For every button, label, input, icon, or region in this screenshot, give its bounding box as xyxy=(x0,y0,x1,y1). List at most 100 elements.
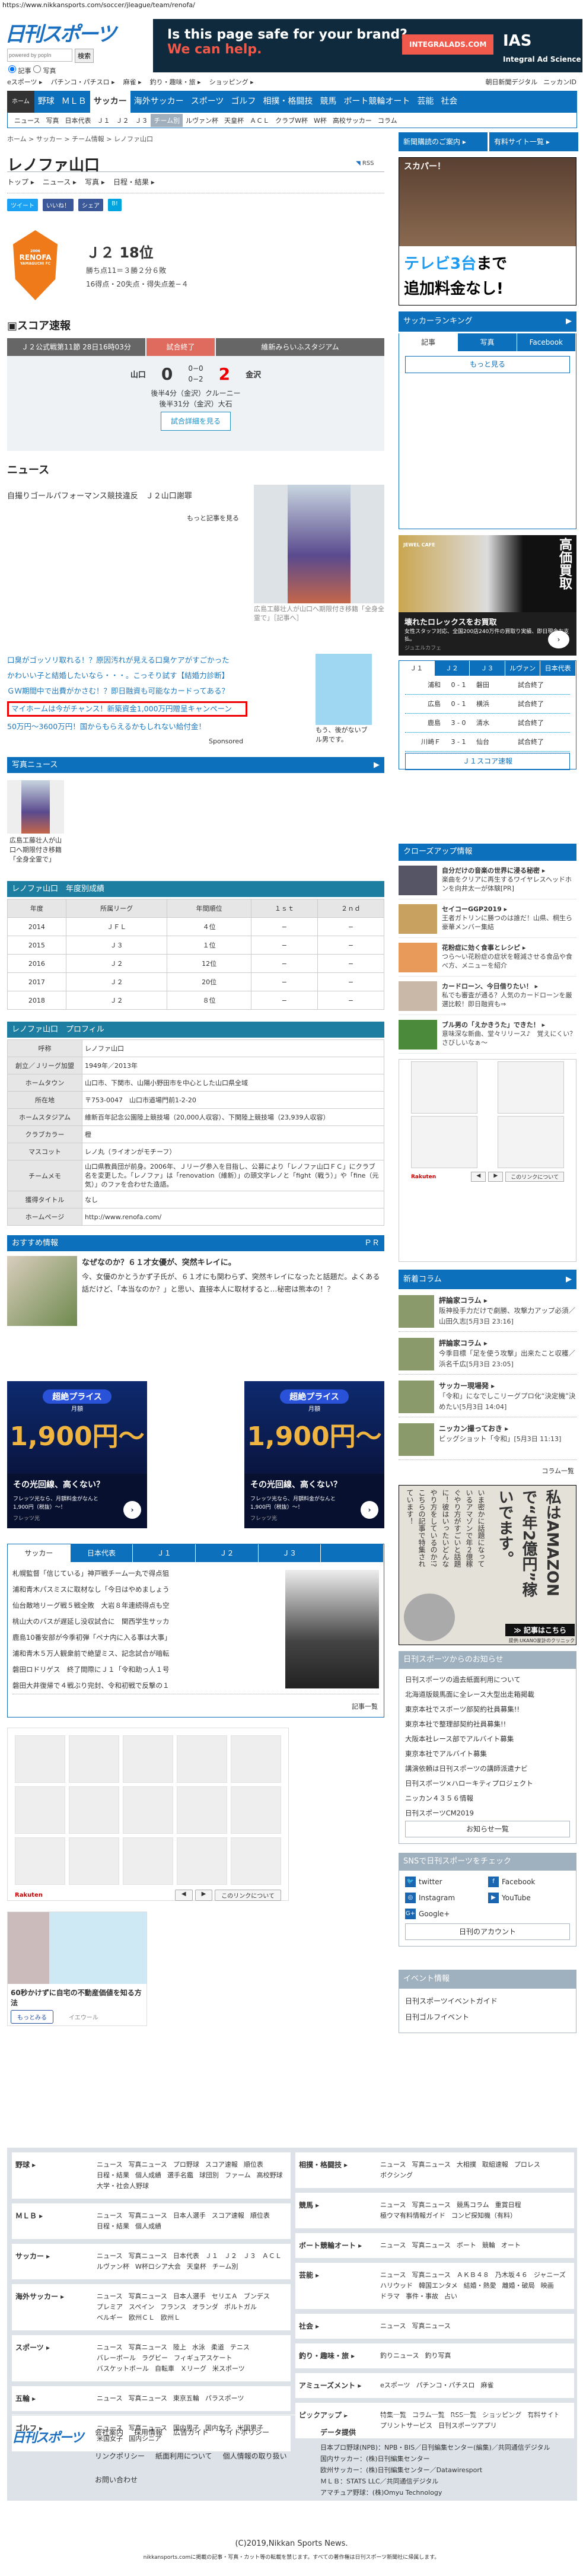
footer-link[interactable]: ニュース xyxy=(380,2200,406,2211)
notice-link[interactable]: 日刊スポーツ×ハローキティプロジェクト xyxy=(405,1776,570,1791)
corp-link[interactable]: 個人情報の取り扱い xyxy=(223,2451,287,2475)
footer-link[interactable]: ラグビー xyxy=(142,2353,168,2364)
accounts-button[interactable]: 日刊のアカウント xyxy=(405,1923,570,1940)
skyper-ad[interactable]: スカパー！ テレビ3台まで 追加料金なし! xyxy=(399,157,576,306)
news-list-item[interactable]: 浦和青木５万人観衆前で絶望ミス、記念試合が暗転… xyxy=(12,1646,169,1662)
chevron-right-icon[interactable]: ▶ xyxy=(566,311,572,332)
news-photo[interactable]: 広島工藤壮人が山口へ期限付き移籍「全身全霊で」［記事へ］ xyxy=(254,485,384,622)
footer-link[interactable]: 水泳 xyxy=(192,2342,205,2353)
footer-link[interactable]: ニュース xyxy=(97,2291,122,2302)
share-button[interactable]: いいね！ xyxy=(43,199,74,211)
footer-link[interactable]: オランダ xyxy=(192,2302,218,2313)
product-item[interactable] xyxy=(123,1735,173,1783)
product-item[interactable] xyxy=(231,1837,281,1885)
footer-link[interactable]: フィギュアスケート xyxy=(174,2353,232,2364)
footer-group-heading[interactable]: 社会 ▸ xyxy=(299,2321,380,2332)
product-item[interactable] xyxy=(177,1837,227,1885)
footer-link[interactable]: ニュース xyxy=(380,2270,406,2281)
footer-link[interactable]: ベルギー xyxy=(97,2313,123,2323)
footer-link[interactable]: ニュース xyxy=(97,2393,122,2404)
footer-link[interactable]: ハリウッド xyxy=(380,2281,413,2291)
top-button[interactable]: 有料サイト一覧 ▸ xyxy=(489,132,578,151)
footer-link[interactable]: 順位表 xyxy=(250,2211,270,2221)
footer-group-heading[interactable]: 相撲・格闘技 ▸ xyxy=(299,2160,380,2181)
footer-link[interactable]: 東京五輪 xyxy=(173,2393,199,2404)
utility-link[interactable]: パチンコ・パチスロ ▸ xyxy=(51,77,115,87)
sns-link[interactable]: f Facebook xyxy=(488,1874,570,1889)
news-item[interactable]: 自撮りゴールパフォーマンス競技違反 Ｊ２山口謝罪 xyxy=(7,489,192,501)
category-tab[interactable]: ニュース xyxy=(11,114,43,127)
footer-link[interactable]: 個人成績 xyxy=(135,2170,161,2181)
footer-link[interactable]: スペイン xyxy=(129,2302,154,2313)
chevron-right-icon[interactable]: › xyxy=(548,631,569,648)
nav-0[interactable]: ホーム xyxy=(7,91,34,113)
footer-link[interactable]: ＡＣＬ xyxy=(262,2251,282,2262)
share-button[interactable]: シェア xyxy=(78,199,103,211)
ias-banner-ad[interactable]: Is this page safe for your brand? We can… xyxy=(153,19,582,72)
corp-link[interactable]: 会社案内 xyxy=(95,2427,123,2451)
footer-link[interactable]: 写真ニュース xyxy=(412,2200,450,2211)
footer-logo[interactable]: 日刊スポーツ xyxy=(12,2427,95,2498)
share-button[interactable]: ツイート xyxy=(7,199,38,211)
footer-link[interactable]: 柔道 xyxy=(211,2342,224,2353)
utility-link[interactable]: eスポーツ ▸ xyxy=(7,77,43,87)
news-list-item[interactable]: 磐田ロドリゲス 終了間際にＪ１「令和助っ人１号」 xyxy=(12,1662,169,1678)
team-tab[interactable]: 日程・結果 ▸ xyxy=(113,177,155,187)
footer-group-heading[interactable]: 五輪 ▸ xyxy=(15,2393,97,2404)
footer-link[interactable]: W杯ロシア大会 xyxy=(135,2262,181,2272)
ad-cta[interactable]: INTEGRALADS.COM xyxy=(402,34,494,55)
nav-9[interactable]: ボート競輪オート xyxy=(340,91,413,113)
footer-link[interactable]: ボート xyxy=(457,2240,476,2251)
nav-11[interactable]: 社会 xyxy=(437,91,461,113)
corp-link[interactable]: お問い合わせ xyxy=(95,2475,138,2498)
top-button[interactable]: 新聞購読のご案内 ▸ xyxy=(399,132,488,151)
footer-link[interactable]: Ｘリーグ xyxy=(180,2364,206,2374)
category-tab[interactable]: W杯 xyxy=(311,114,330,127)
category-tab[interactable]: 日本代表 xyxy=(62,114,94,127)
league-tab[interactable]: Ｊ２ xyxy=(435,661,470,676)
product-item[interactable] xyxy=(177,1786,227,1834)
footer-link[interactable]: 事件・事故 xyxy=(406,2291,438,2302)
product-item[interactable] xyxy=(123,1786,173,1834)
footer-link[interactable]: 写真ニュース xyxy=(128,2342,167,2353)
footer-link[interactable]: プレミア xyxy=(97,2302,123,2313)
footer-link[interactable]: 大学・社会人野球 xyxy=(97,2181,149,2192)
footer-link[interactable]: 釣り写真 xyxy=(425,2351,451,2361)
category-tab[interactable]: Ｊ２ xyxy=(113,114,132,127)
footer-link[interactable]: 麻雀 xyxy=(481,2380,494,2391)
news-list-item[interactable]: 仙台敵地リーグ戦５戦全敗 大岩８年連続得点も空砲 xyxy=(12,1598,169,1614)
product-item[interactable] xyxy=(123,1837,173,1885)
notice-link[interactable]: 東京本社でアルバイト募集 xyxy=(405,1747,570,1761)
column-item[interactable]: ニッカン撮っておき ▸ ビッグショット「令和」[5月3日 11:13] xyxy=(399,1417,576,1460)
footer-link[interactable]: コンピ探知機（有料） xyxy=(451,2211,517,2221)
footer-group-heading[interactable]: スポーツ ▸ xyxy=(15,2342,97,2374)
footer-link[interactable]: ニュース xyxy=(97,2251,122,2262)
footer-link[interactable]: フランス xyxy=(160,2302,186,2313)
news-photo-caption[interactable]: 広島工藤壮人が山口へ期限付き移籍「全身全霊で」［記事へ］ xyxy=(254,605,384,622)
rss-link[interactable]: ◥ RSS xyxy=(356,160,374,167)
footer-link[interactable]: 天皇杯 xyxy=(187,2262,206,2272)
utility-link[interactable]: ショッピング ▸ xyxy=(209,77,254,87)
category-tab[interactable]: 天皇杯 xyxy=(221,114,247,127)
footer-group-heading[interactable]: 競馬 ▸ xyxy=(299,2200,380,2221)
nav-4[interactable]: 海外サッカー xyxy=(130,91,187,113)
footer-link[interactable]: チーム別 xyxy=(212,2262,238,2272)
closeup-item[interactable]: 自分だけの音楽の世界に浸る秘密 ▸ 楽曲をクリアに再生するワイヤレスヘッドホンを向… xyxy=(399,861,576,899)
footer-link[interactable]: ポルトガル xyxy=(224,2302,257,2313)
footer-link[interactable]: 順位表 xyxy=(244,2160,263,2170)
category-tab[interactable]: チーム別 xyxy=(151,113,183,127)
news-list-item[interactable]: 札幌監督「信じている」神戸戦チーム一丸で得点狙う xyxy=(12,1566,169,1582)
footer-link[interactable]: ニュース xyxy=(97,2211,122,2221)
footer-link[interactable]: ニュース xyxy=(97,2160,122,2170)
footer-link[interactable]: ニュース xyxy=(97,2342,122,2353)
footer-group-heading[interactable]: 釣り・趣味・旅 ▸ xyxy=(299,2351,380,2361)
footer-link[interactable]: 日本代表 xyxy=(173,2251,199,2262)
share-button[interactable]: B! xyxy=(108,199,122,211)
footer-link[interactable]: オート xyxy=(501,2240,521,2251)
footer-link[interactable]: 写真ニュース xyxy=(412,2160,450,2170)
utility-link[interactable]: 釣り・趣味・旅 ▸ xyxy=(150,77,201,87)
footer-link[interactable]: 写真ニュース xyxy=(128,2291,167,2302)
news-tab[interactable]: Ｊ３ xyxy=(259,1544,321,1562)
news-list-item[interactable]: 鹿島10番安部が今季初弾「ペナ内に入る事は大事」 xyxy=(12,1630,169,1646)
rakuten-logo[interactable]: Rakuten xyxy=(411,1174,436,1180)
